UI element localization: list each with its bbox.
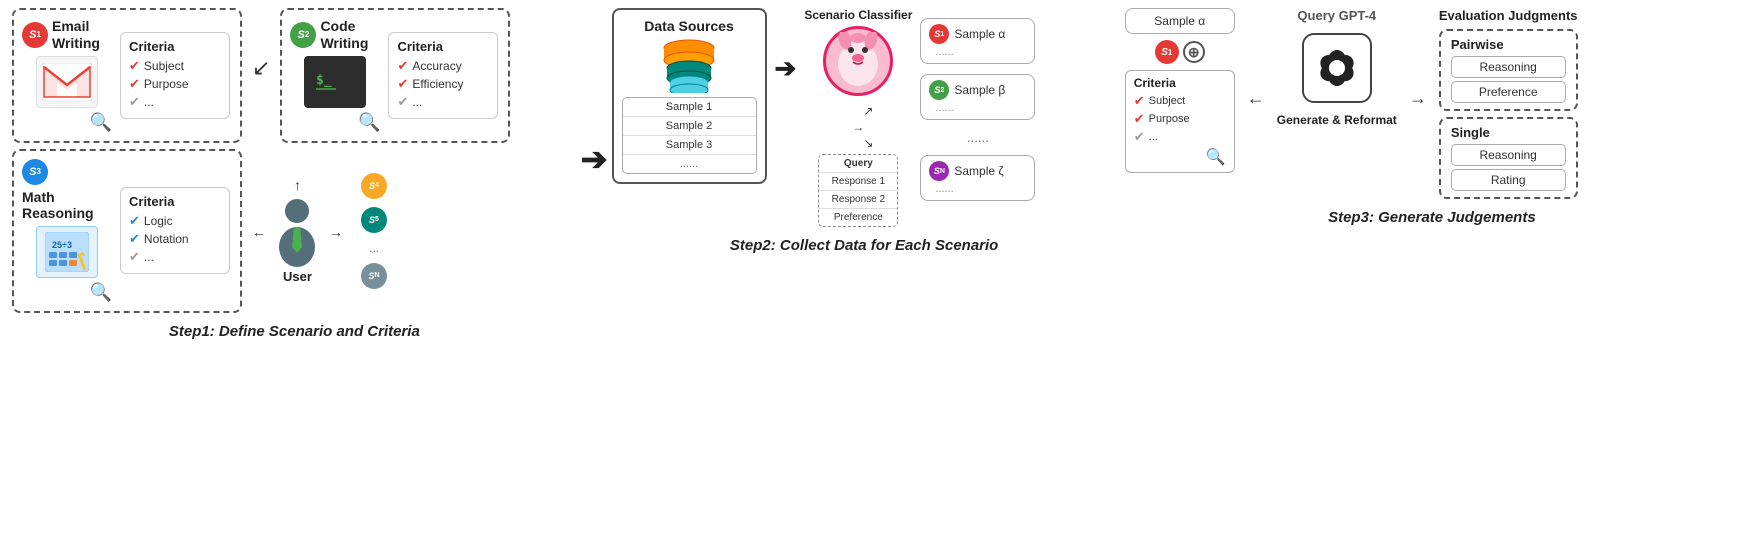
math-criteria-dots: ✔... — [129, 249, 221, 265]
sample-alpha-dots: ...... — [929, 46, 1026, 58]
sample-beta-card: S2 Sample β ...... — [920, 74, 1035, 120]
s1-badge: S1 — [22, 22, 48, 48]
step3-magnify-icon: 🔍 — [1134, 147, 1226, 167]
sample-list: Sample 1 Sample 2 Sample 3 ...... — [622, 97, 757, 174]
sample-beta-dots: ...... — [929, 102, 1026, 114]
step3-label: Step3: Generate Judgements — [1328, 209, 1536, 226]
oplus-symbol: ⊕ — [1183, 41, 1205, 63]
svg-text:$_: $_ — [316, 73, 332, 88]
step3-s1-badge: S1 — [1155, 40, 1179, 64]
s2-badge: S2 — [290, 22, 316, 48]
math-criteria-logic: ✔Logic — [129, 213, 221, 229]
step3-criteria-subject: ✔Subject — [1134, 93, 1226, 109]
code-writing-box: S2 Code Writing $_ 🔍 — [280, 8, 510, 143]
email-writing-title: Email Writing — [52, 18, 112, 52]
code-writing-title: Code Writing — [320, 18, 380, 52]
code-criteria-efficiency: ✔Efficiency — [397, 76, 489, 92]
math-criteria-title: Criteria — [129, 194, 221, 209]
pairwise-group: Pairwise Reasoning Preference — [1439, 29, 1578, 111]
s4-item: S4 — [361, 173, 387, 199]
step2-label: Step2: Collect Data for Each Scenario — [730, 237, 998, 254]
gpt4-icon — [1302, 33, 1372, 103]
user-label: User — [283, 269, 312, 284]
eval-judgments-title: Evaluation Judgments — [1439, 8, 1578, 23]
sample-structure-box: Query Response 1 Response 2 Preference — [818, 154, 898, 227]
step3-sample-alpha: Sample α — [1125, 8, 1235, 34]
structure-r2: Response 2 — [819, 191, 897, 209]
single-reasoning: Reasoning — [1451, 144, 1566, 166]
step1-label: Step1: Define Scenario and Criteria — [169, 323, 420, 340]
single-title: Single — [1451, 125, 1566, 140]
single-group: Single Reasoning Rating — [1439, 117, 1578, 199]
sample-beta-label: Sample β — [954, 83, 1005, 97]
eval-judgments-area: Evaluation Judgments Pairwise Reasoning … — [1439, 8, 1578, 199]
structure-query: Query — [819, 155, 897, 173]
sample-cards-area: S1 Sample α ...... S2 Sample β ...... — [920, 18, 1035, 201]
step3-criteria-box: Criteria ✔Subject ✔Purpose ✔... 🔍 — [1125, 70, 1235, 173]
alpaca-svg — [831, 32, 885, 90]
single-rating: Rating — [1451, 169, 1566, 191]
code-magnify-icon: 🔍 — [358, 112, 380, 133]
data-sources-box: Data Sources — [612, 8, 767, 184]
code-criteria-accuracy: ✔Accuracy — [397, 58, 489, 74]
sample-alpha-card: S1 Sample α ...... — [920, 18, 1035, 64]
step3-s1-area: S1 ⊕ — [1155, 40, 1205, 64]
email-criteria-purpose: ✔Purpose — [129, 76, 221, 92]
sample-middle-dots: ...... — [920, 130, 1035, 145]
step3-criteria-title: Criteria — [1134, 76, 1226, 90]
math-reasoning-box: S3 Math Reasoning 25÷3 — [12, 149, 242, 314]
svg-text:25÷3: 25÷3 — [52, 240, 72, 250]
pairwise-title: Pairwise — [1451, 37, 1566, 52]
code-terminal-icon: $_ — [311, 64, 359, 100]
email-writing-box: S1 Email Writing — [12, 8, 242, 143]
sample-zeta-card: SN Sample ζ ...... — [920, 155, 1035, 201]
sample-3: Sample 3 — [623, 136, 756, 155]
scenario-dots: ... — [361, 241, 387, 255]
s5-item: S5 — [361, 207, 387, 233]
step1-section: S1 Email Writing — [12, 8, 577, 340]
step3-criteria-dots: ✔... — [1134, 129, 1226, 145]
math-magnify-icon: 🔍 — [90, 282, 112, 303]
s3-badge: S3 — [22, 159, 48, 185]
email-criteria-title: Criteria — [129, 39, 221, 54]
gmail-icon — [42, 63, 92, 101]
query-gpt4-label: Query GPT-4 — [1297, 8, 1376, 23]
step3-input-area: Sample α S1 ⊕ Criteria ✔Subject — [1125, 8, 1235, 173]
main-layout: S1 Email Writing — [0, 0, 1751, 344]
email-criteria-dots: ✔... — [129, 94, 221, 110]
math-reasoning-title: Math Reasoning — [22, 189, 112, 223]
sample-1: Sample 1 — [623, 98, 756, 117]
code-criteria-box: Criteria ✔Accuracy ✔Efficiency ✔... — [388, 32, 498, 119]
scenario-classifier-area: Scenario Classifier — [804, 8, 912, 227]
code-criteria-dots: ✔... — [397, 94, 489, 110]
step2-section: Data Sources — [612, 8, 1117, 340]
user-figure — [270, 197, 325, 267]
structure-pref: Preference — [819, 209, 897, 226]
email-magnify-icon: 🔍 — [90, 112, 112, 133]
sample-zeta-dots: ...... — [929, 183, 1026, 195]
data-sources-title: Data Sources — [644, 18, 733, 34]
pairwise-preference: Preference — [1451, 81, 1566, 103]
generate-reformat-label: Generate & Reformat — [1277, 113, 1397, 127]
email-criteria-box: Criteria ✔Subject ✔Purpose ✔... — [120, 32, 230, 119]
step3-section: Sample α S1 ⊕ Criteria ✔Subject — [1125, 8, 1739, 340]
classifier-title: Scenario Classifier — [804, 8, 912, 22]
pairwise-reasoning: Reasoning — [1451, 56, 1566, 78]
sample-alpha-label: Sample α — [954, 27, 1005, 41]
database-stack-icon — [654, 38, 724, 93]
calculator-icon: 25÷3 — [45, 232, 89, 272]
sn-item: SN — [361, 263, 387, 289]
email-criteria-subject: ✔Subject — [129, 58, 221, 74]
code-criteria-title: Criteria — [397, 39, 489, 54]
sample-dots: ...... — [623, 155, 756, 173]
step3-criteria-purpose: ✔Purpose — [1134, 111, 1226, 127]
math-criteria-box: Criteria ✔Logic ✔Notation ✔... — [120, 187, 230, 274]
structure-r1: Response 1 — [819, 173, 897, 191]
openai-logo-svg — [1311, 42, 1363, 94]
sample-zeta-label: Sample ζ — [954, 164, 1003, 178]
step3-center-area: Query GPT-4 Generate & Reformat — [1277, 8, 1397, 127]
sample-2: Sample 2 — [623, 117, 756, 136]
math-criteria-notation: ✔Notation — [129, 231, 221, 247]
llama-icon — [823, 26, 893, 96]
